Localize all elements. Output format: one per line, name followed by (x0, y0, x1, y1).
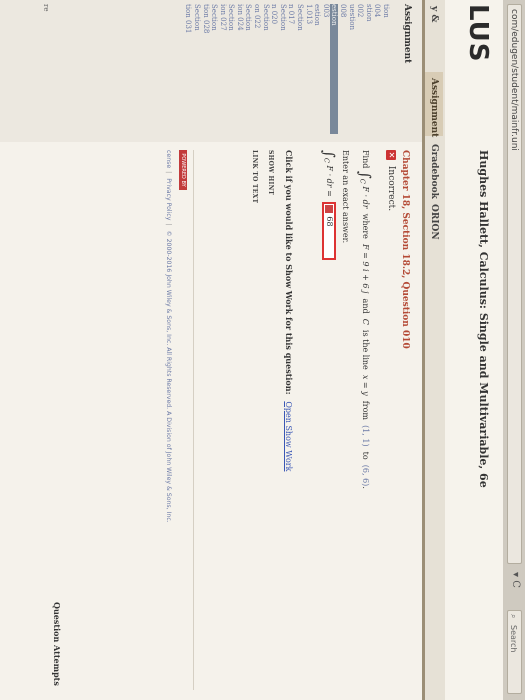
problem-from: from (361, 400, 370, 420)
question-title: Chapter 18, Section 18.2, Question 010 (400, 150, 410, 349)
sidebar-question-item[interactable]: Section (261, 4, 270, 134)
incorrect-x-icon: ✕ (386, 150, 396, 160)
problem-statement: Find ∫C F · dr where F = 9 i + 6 j and C… (356, 150, 374, 489)
answer-value: 68 (325, 216, 334, 227)
sidebar-question-item[interactable]: stion (364, 4, 373, 134)
incorrect-marker-icon (325, 205, 333, 214)
show-work-row: Click if you would like to Show Work for… (284, 150, 294, 471)
problem-where: where (361, 213, 370, 239)
sidebar-question-item[interactable]: ion 024 (235, 4, 244, 134)
sidebar-question-item[interactable]: Section (278, 4, 287, 134)
site-header: LUS Hughes Hallett, Calculus: Single and… (445, 0, 503, 700)
page: com/edugen/student/mainfr.uni ▾ C ⌕ Sear… (0, 0, 525, 700)
show-hint-button[interactable]: SHOW HINT (267, 150, 274, 195)
open-show-work-link[interactable]: Open Show Work (284, 401, 293, 471)
sidebar-question-item[interactable]: n 020 (270, 4, 278, 134)
line-equation: x = y (361, 374, 370, 396)
sidebar-question-item[interactable]: Section (192, 4, 201, 134)
footer-license-link[interactable]: cense (165, 150, 172, 168)
end-point: (6, 6) (361, 464, 370, 487)
sidebar-question-item[interactable]: Section (210, 4, 218, 134)
problem-find: Find (361, 150, 370, 169)
search-icon: ⌕ (509, 614, 518, 619)
url-bar[interactable]: com/edugen/student/mainfr.uni (507, 4, 522, 564)
sidebar-question-item[interactable]: n 017 (287, 4, 295, 134)
problem-is-line: is the line (361, 329, 370, 370)
answer-instruction: Enter an exact answer. (341, 150, 350, 244)
tab-study-practice[interactable]: y & Practice (411, 0, 443, 70)
tab-orion[interactable]: ORION (425, 198, 443, 242)
tab-assignment[interactable]: Assignment (425, 72, 443, 137)
site-logo[interactable]: LUS (463, 4, 493, 62)
footer-privacy-link[interactable]: Privacy Policy (165, 178, 172, 220)
assignment-sidebar: Assignment tion 004 stion 002 uestion 008 esti… (0, 0, 422, 143)
tab-gradebook[interactable]: Gradebook (425, 138, 443, 199)
sidebar-question-item[interactable]: 008 (338, 4, 347, 134)
tab-bar: y & Practice Assignment Gradebook ORION (411, 0, 445, 700)
sidebar-question-item[interactable]: estion (313, 4, 321, 134)
status-text: Incorrect. (386, 165, 396, 212)
sidebar-question-item[interactable]: estion (329, 4, 339, 134)
answer-input[interactable]: 68 (322, 202, 336, 261)
sidebar-footer: re (42, 4, 50, 12)
question-attempts-label: Question Attempts (52, 602, 62, 686)
start-point: (1, 1) (361, 425, 370, 447)
sidebar-question-item[interactable]: 003 (321, 4, 330, 134)
integrand: F · dr (361, 186, 370, 209)
integral-symbol: ∫ (356, 170, 374, 179)
vector-field: F = 9 i + 6 j (361, 244, 370, 294)
sidebar-question-item[interactable]: 1.013 (304, 4, 313, 134)
sidebar-question-item[interactable]: tion 031 (184, 4, 192, 134)
browser-bar: com/edugen/student/mainfr.uni ▾ C ⌕ Sear… (502, 0, 525, 700)
powered-by-badge: POWERED BY (179, 150, 187, 190)
question-list: tion 004 stion 002 uestion 008 estion 003 estion… (184, 4, 390, 134)
integral-subscript: C (358, 178, 367, 184)
sidebar-title: Assignment (402, 4, 412, 64)
answer-integral-symbol: ∫ (320, 150, 338, 158)
reload-icon[interactable]: ▾ C (510, 572, 521, 588)
show-work-prompt: Click if you would like to Show Work for… (284, 150, 294, 395)
problem-to: to (361, 451, 370, 460)
answer-row: ∫C F · dr = 68 (320, 150, 338, 261)
link-to-text-button[interactable]: LINK TO TEXT (251, 150, 258, 203)
course-title: Hughes Hallett, Calculus: Single and Mul… (477, 150, 490, 488)
search-placeholder: Search (509, 625, 518, 653)
sidebar-question-item[interactable]: on 022 (253, 4, 261, 134)
answer-status: ✕ Incorrect. (384, 150, 396, 211)
question-panel: Chapter 18, Section 18.2, Question 010 ✕… (0, 142, 422, 700)
curve-name: C (361, 318, 370, 325)
sidebar-question-item[interactable]: Section (227, 4, 235, 134)
sidebar-question-item[interactable]: Section (244, 4, 253, 134)
sidebar-question-item[interactable]: Section (295, 4, 304, 134)
answer-lhs: F · dr = (325, 165, 334, 197)
footer-copyright: © 2000-2016 John Wiley & Sons, Inc. All … (165, 230, 172, 523)
footer-divider (193, 150, 194, 690)
sidebar-question-item[interactable]: tion 028 (201, 4, 210, 134)
problem-and: and (361, 298, 370, 314)
sidebar-question-item[interactable]: 002 (356, 4, 364, 134)
sidebar-question-item[interactable]: tion (381, 4, 390, 134)
browser-search-input[interactable]: ⌕ Search (507, 610, 522, 694)
page-footer: cense| Privacy Policy| © 2000-2016 John … (165, 150, 172, 523)
sidebar-question-item[interactable]: uestion (347, 4, 356, 134)
sidebar-question-item[interactable]: 004 (373, 4, 381, 134)
sidebar-question-item[interactable]: ion 027 (218, 4, 227, 134)
answer-integral-subscript: C (322, 157, 331, 163)
